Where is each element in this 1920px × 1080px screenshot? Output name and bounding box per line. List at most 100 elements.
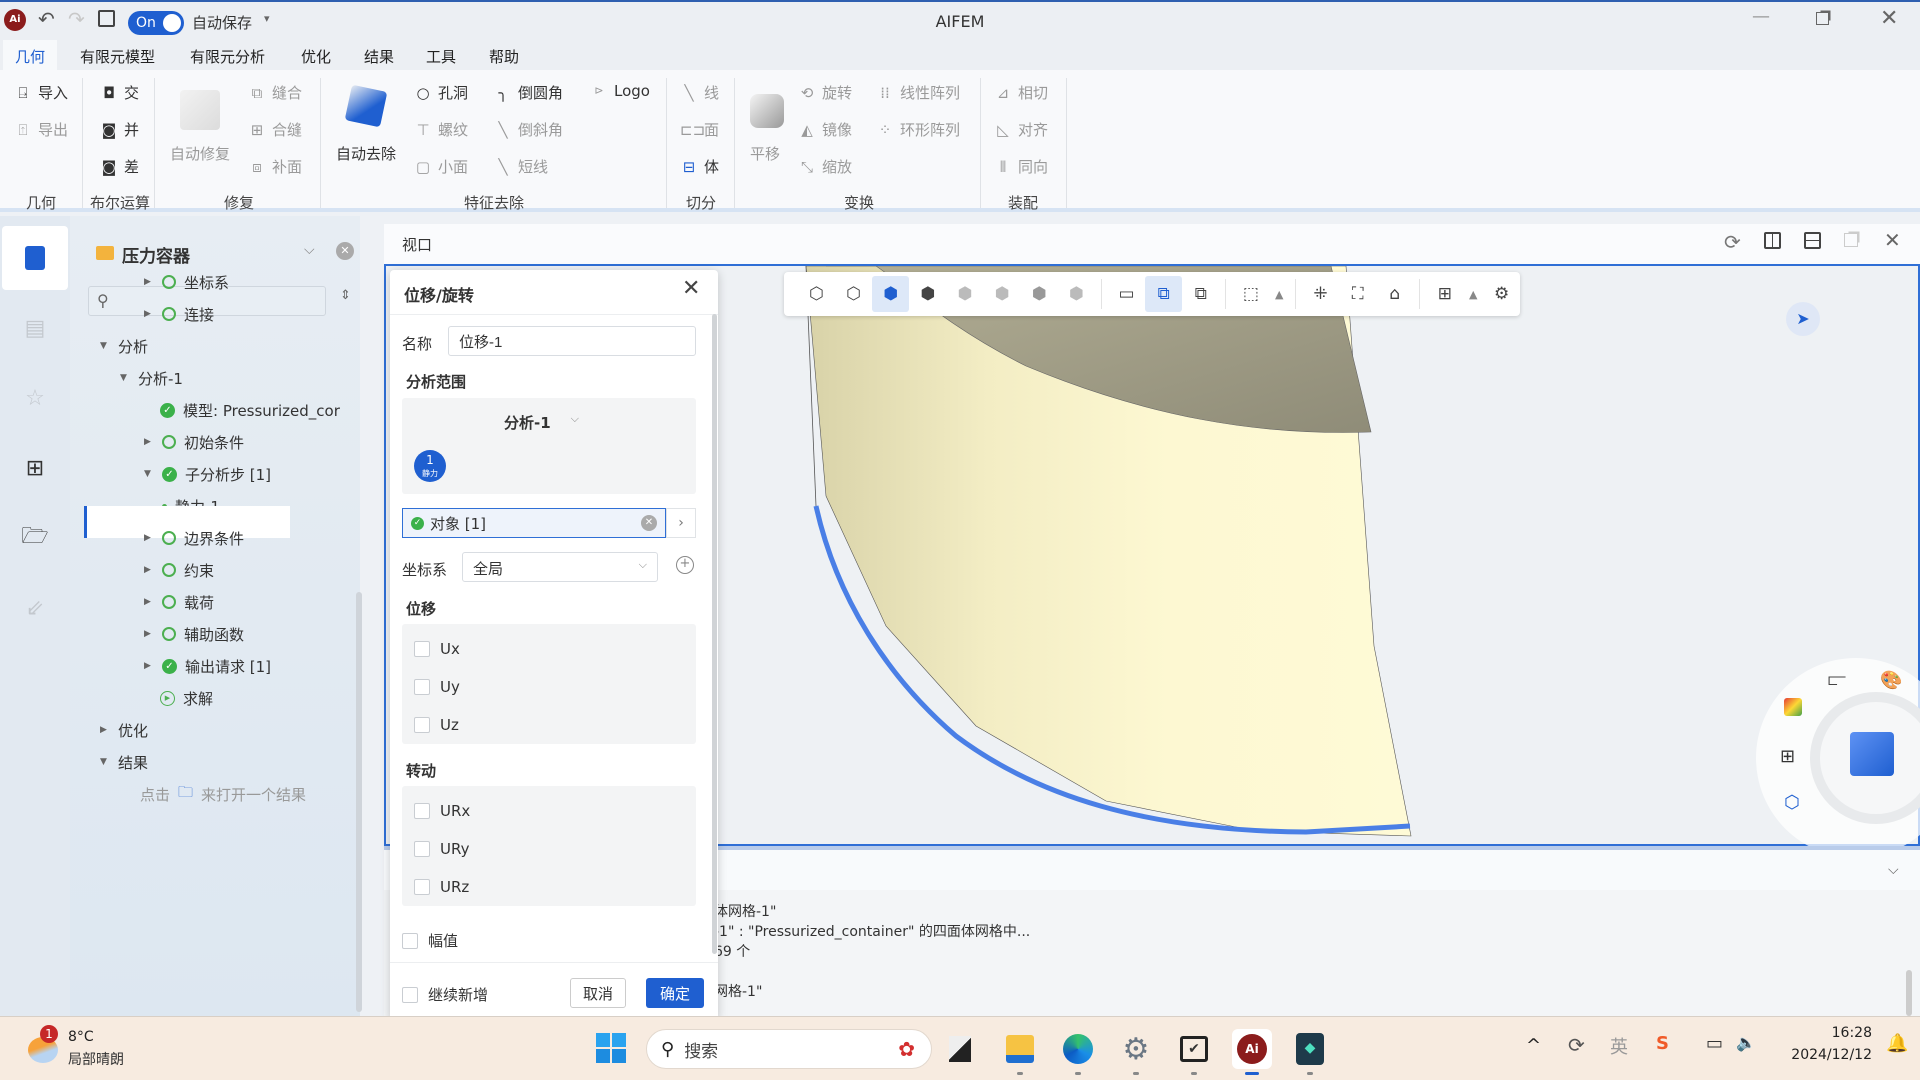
cut-line-button[interactable]: ╲ 线 [680, 82, 719, 103]
menu-tools[interactable]: 工具 [426, 46, 456, 67]
expand-collapse-icon[interactable]: ⇕ [340, 288, 351, 303]
clock-time[interactable]: 16:28 [1782, 1025, 1872, 1041]
object-selection-field[interactable]: ✓ 对象 [1] ✕ [402, 508, 666, 538]
taskbar-aifem[interactable]: Ai [1232, 1029, 1272, 1075]
wireframe-display-icon[interactable]: ⬡ [1784, 792, 1800, 813]
align-button[interactable]: ◺ 对齐 [994, 119, 1048, 140]
checkbox-continue-add[interactable]: 继续新增 [402, 984, 488, 1005]
taskbar-app-w[interactable]: ◆ [1290, 1029, 1330, 1075]
section-view-icon[interactable]: ⫍ [1828, 670, 1846, 690]
rail-open-folder[interactable]: 🗁 [2, 506, 68, 570]
checkbox-box[interactable] [414, 879, 430, 895]
checkbox-box[interactable] [414, 803, 430, 819]
view-mesh-shaded-icon[interactable]: ⬢ [1021, 276, 1058, 312]
select-remove-icon[interactable]: ⧉ [1182, 276, 1219, 312]
auto-remove-button[interactable]: 自动去除 [336, 143, 396, 164]
dialog-close-icon[interactable]: ✕ [682, 276, 700, 301]
split-vertical-icon[interactable] [1764, 232, 1781, 249]
sogou-ime-icon[interactable]: S [1656, 1033, 1669, 1054]
minimize-button[interactable]: — [1752, 6, 1770, 27]
import-button[interactable]: ⍈ 导入 [14, 82, 68, 103]
checkbox-box[interactable] [414, 841, 430, 857]
folder-open-icon[interactable]: 🗀 [178, 782, 193, 807]
checkbox-box[interactable] [414, 717, 430, 733]
step-badge[interactable]: 1 静力 [414, 450, 446, 482]
auto-repair-button[interactable]: 自动修复 [170, 143, 230, 164]
checkbox-box[interactable] [402, 986, 418, 1003]
clear-selection-brush-icon[interactable]: ⌂ [1376, 276, 1413, 312]
fit-selection-icon[interactable]: ⛶ [1339, 276, 1376, 312]
same-direction-button[interactable]: ⫴ 同向 [994, 156, 1048, 177]
checkbox-uy[interactable]: Uy [414, 678, 460, 696]
tree-item-model[interactable]: ✓ 模型: Pressurized_cor [160, 394, 340, 426]
sync-icon[interactable]: ⟳ [1568, 1033, 1585, 1057]
checkbox-uz[interactable]: Uz [414, 716, 459, 734]
union-button[interactable]: ◙ 并 [100, 119, 139, 140]
tree-item-analysis-1[interactable]: ▼ 分析-1 [120, 362, 183, 394]
translate-button[interactable]: 平移 [750, 143, 780, 164]
menu-results[interactable]: 结果 [364, 46, 394, 67]
checkbox-ux[interactable]: Ux [414, 640, 460, 658]
detach-viewport-icon[interactable] [1844, 233, 1858, 247]
restore-button[interactable] [1816, 12, 1829, 25]
tree-item-analysis[interactable]: ▼ 分析 [100, 330, 148, 362]
checkbox-ury[interactable]: URy [414, 840, 469, 858]
taskbar-edge[interactable] [1058, 1029, 1098, 1075]
taskbar-search-box[interactable]: ⚲ 搜索 ✿ [646, 1029, 932, 1069]
subtract-button[interactable]: ◙ 差 [100, 156, 139, 177]
view-mesh-icon[interactable]: ⬢ [947, 276, 984, 312]
object-next-button[interactable]: › [666, 508, 696, 538]
rail-favorites[interactable]: ☆ [2, 366, 68, 430]
collapse-chevron-icon[interactable]: ⌵ [1888, 862, 1899, 878]
fillet-button[interactable]: ╮ 倒圆角 [494, 82, 563, 103]
rail-import[interactable]: ⇙ [2, 576, 68, 640]
checkbox-box[interactable] [414, 679, 430, 695]
taskbar-settings[interactable]: ⚙ [1116, 1029, 1156, 1075]
short-edge-button[interactable]: ╲ 短线 [494, 156, 548, 177]
rotate-button[interactable]: ⟲ 旋转 [798, 82, 852, 103]
circular-array-button[interactable]: ⁘ 环形阵列 [876, 119, 960, 140]
view-mesh-edges-icon[interactable]: ⬢ [984, 276, 1021, 312]
tree-item-substeps[interactable]: ▼ ✓ 子分析步 [1] [144, 458, 271, 490]
cut-body-button[interactable]: ⊟ 体 [680, 156, 719, 177]
tree-item-initial-conditions[interactable]: ▶ 初始条件 [144, 426, 244, 458]
tree-item-constraints[interactable]: ▶ 约束 [144, 554, 214, 586]
tree-item-boundary-conditions[interactable]: ▶ 边界条件 [144, 522, 244, 554]
chamfer-button[interactable]: ╲ 倒斜角 [494, 119, 563, 140]
intersect-button[interactable]: ◘ 交 [100, 82, 139, 103]
add-coord-icon[interactable]: + [676, 556, 694, 574]
close-project-icon[interactable]: ✕ [336, 242, 354, 260]
layout-grid-icon[interactable]: ⊞ [1426, 276, 1463, 312]
scale-button[interactable]: ⤡ 缩放 [798, 156, 852, 177]
checkbox-box[interactable] [414, 641, 430, 657]
select-mode-dropdown-icon[interactable]: ▲ [1269, 276, 1289, 312]
ime-indicator[interactable]: 英 [1610, 1033, 1628, 1059]
analysis-select[interactable]: 分析-1 ⌵ [504, 412, 579, 433]
refresh-icon[interactable]: ⟳ [1724, 230, 1741, 254]
linear-array-button[interactable]: ⁞⁞ 线性阵列 [876, 82, 960, 103]
network-icon[interactable]: ▭ [1706, 1033, 1723, 1054]
tree-item-optimization[interactable]: ▶ 优化 [100, 714, 148, 746]
box-select-icon[interactable]: ⁜ [1302, 276, 1339, 312]
tree-scrollbar[interactable] [356, 592, 362, 1012]
menu-geometry[interactable]: 几何 [3, 40, 58, 70]
cursor-select-icon[interactable]: ➤ [1786, 302, 1820, 336]
export-button[interactable]: ⍐ 导出 [14, 119, 68, 140]
split-horizontal-icon[interactable] [1804, 232, 1821, 249]
merge-seam-button[interactable]: ⊞ 合缝 [248, 119, 302, 140]
taskbar-task-view[interactable] [940, 1029, 980, 1069]
rail-model-tree[interactable] [2, 226, 68, 290]
tree-item-aux-functions[interactable]: ▶ 辅助函数 [144, 618, 244, 650]
stitch-button[interactable]: ⧉ 缝合 [248, 82, 302, 103]
tray-overflow-icon[interactable]: ^ [1526, 1035, 1541, 1056]
clock-date[interactable]: 2024/12/12 [1782, 1047, 1872, 1063]
hole-button[interactable]: ○ 孔洞 [414, 82, 468, 103]
thread-button[interactable]: ⊤ 螺纹 [414, 119, 468, 140]
dialog-scrollbar[interactable] [712, 314, 717, 954]
view-shaded-icon[interactable]: ⬢ [909, 276, 946, 312]
view-wireframe-cube-icon[interactable]: ⬡ [835, 276, 872, 312]
checkbox-box[interactable] [402, 932, 418, 949]
windows-start-icon[interactable] [596, 1033, 626, 1063]
small-face-button[interactable]: ▢ 小面 [414, 156, 468, 177]
select-single-icon[interactable]: ▭ [1108, 276, 1145, 312]
